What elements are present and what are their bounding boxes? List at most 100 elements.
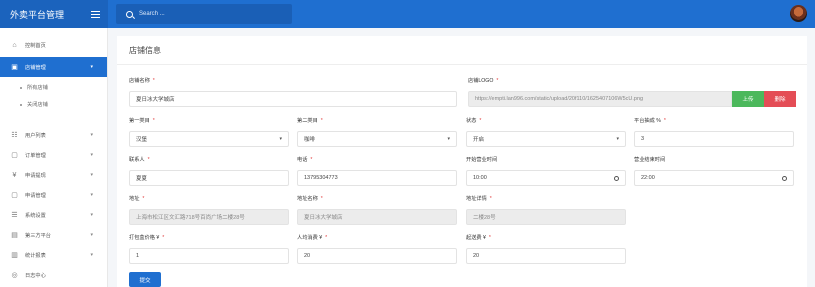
sidebar-subitem-label: 所有店铺 bbox=[27, 85, 48, 91]
chart-icon: ▥ bbox=[11, 251, 18, 259]
avatar[interactable] bbox=[790, 5, 807, 22]
sidebar-item-label: 第三方平台 bbox=[25, 232, 51, 239]
divider bbox=[117, 64, 807, 65]
sidebar-item-reports[interactable]: ▥ 统计报表 ▾ bbox=[0, 245, 107, 265]
shop-name-field: 店铺名称 * 夏日冰大学城店 bbox=[129, 77, 457, 107]
apply-icon: ▢ bbox=[11, 191, 18, 199]
contact-input[interactable]: 夏夏 bbox=[129, 170, 289, 186]
sidebar-item-label: 申请管理 bbox=[25, 192, 46, 199]
shop-logo-url-input: https://empti.lan996.com/static/upload/2… bbox=[468, 91, 732, 107]
contact-field: 联系人 * 夏夏 bbox=[129, 156, 289, 186]
clock-icon bbox=[614, 175, 619, 181]
shop-logo-field: 店铺LOGO * https://empti.lan996.com/static/… bbox=[468, 77, 796, 107]
chevron-down-icon: ▾ bbox=[90, 172, 93, 178]
sidebar-item-label: 日志中心 bbox=[25, 272, 46, 279]
sidebar-item-label: 订单管理 bbox=[25, 152, 46, 159]
field-label: 人均消费 ¥ bbox=[297, 235, 323, 241]
phone-input[interactable]: 13795304773 bbox=[297, 170, 457, 186]
search-input[interactable]: Search ... bbox=[116, 4, 292, 24]
status-field: 状态 * 开启 ▾ bbox=[466, 117, 626, 147]
upload-button[interactable]: 上传 bbox=[732, 91, 764, 107]
open-time-input[interactable]: 10:00 bbox=[466, 170, 626, 186]
field-label: 地址 bbox=[129, 196, 140, 202]
submit-button[interactable]: 提交 bbox=[129, 272, 161, 287]
field-label: 第一类目 bbox=[129, 118, 150, 124]
field-label: 平台抽成 % bbox=[634, 118, 661, 124]
app-title: 外卖平台管理 bbox=[10, 9, 65, 20]
shop-name-input[interactable]: 夏日冰大学城店 bbox=[129, 91, 457, 107]
chevron-down-icon: ▾ bbox=[90, 152, 93, 158]
min-delivery-field: 起送费 ¥ * 20 bbox=[466, 234, 626, 264]
address-detail-input: 二楼28号 bbox=[466, 209, 626, 225]
chevron-down-icon: ▾ bbox=[90, 212, 93, 218]
status-select[interactable]: 开启 ▾ bbox=[466, 131, 626, 147]
field-label: 状态 bbox=[466, 118, 477, 124]
sidebar-item-label: 系统设置 bbox=[25, 212, 46, 219]
category1-field: 第一类目 * 汉堡 ▾ bbox=[129, 117, 289, 147]
avg-spend-input[interactable]: 20 bbox=[297, 248, 457, 264]
search-icon bbox=[126, 10, 133, 18]
field-label: 地址详情 bbox=[466, 196, 487, 202]
avg-spend-field: 人均消费 ¥ * 20 bbox=[297, 234, 457, 264]
field-label: 营业结束时间 bbox=[634, 157, 666, 163]
chevron-down-icon: ▾ bbox=[90, 232, 93, 238]
category2-field: 第二类目 * 咖啡 ▾ bbox=[297, 117, 457, 147]
chevron-down-icon: ▾ bbox=[90, 64, 93, 70]
sidebar-item-settings[interactable]: ☰ 系统设置 ▾ bbox=[0, 205, 107, 225]
field-label: 电话 bbox=[297, 157, 308, 163]
packing-fee-field: 打包盒价格 ¥ * 1 bbox=[129, 234, 289, 264]
sidebar-item-label: 申请提现 bbox=[25, 172, 46, 179]
sidebar: ⌂ 控制首页 ▣ 店铺管理 ▾ 所有店铺 关闭店铺 ☷ 用户列表 ▾ ▢ 订单管… bbox=[0, 28, 108, 287]
sidebar-item-users[interactable]: ☷ 用户列表 ▾ bbox=[0, 125, 107, 145]
address-name-field: 地址名称 * 夏日冰大学城店 bbox=[297, 195, 457, 225]
close-time-input[interactable]: 22:00 bbox=[634, 170, 794, 186]
chevron-down-icon: ▾ bbox=[279, 136, 282, 142]
packing-fee-input[interactable]: 1 bbox=[129, 248, 289, 264]
close-time-field: 营业结束时间 22:00 bbox=[634, 156, 794, 186]
chevron-down-icon: ▾ bbox=[90, 192, 93, 198]
shop-info-card: 店铺信息 店铺名称 * 夏日冰大学城店 店铺LOGO * https://empti… bbox=[117, 36, 807, 287]
field-label: 店铺LOGO bbox=[468, 78, 494, 84]
commission-input[interactable]: 3 bbox=[634, 131, 794, 147]
field-label: 联系人 bbox=[129, 157, 145, 163]
order-icon: ▢ bbox=[11, 151, 18, 159]
sidebar-item-third-party[interactable]: ▤ 第三方平台 ▾ bbox=[0, 225, 107, 245]
open-time-field: 开始营业时间 10:00 bbox=[466, 156, 626, 186]
sidebar-item-applications[interactable]: ▢ 申请管理 ▾ bbox=[0, 185, 107, 205]
sidebar-item-logs[interactable]: ◎ 日志中心 bbox=[0, 265, 107, 285]
sidebar-item-label: 统计报表 bbox=[25, 252, 46, 259]
sidebar-item-withdraw[interactable]: ¥ 申请提现 ▾ bbox=[0, 165, 107, 185]
bullet-icon bbox=[20, 86, 22, 89]
address-detail-field: 地址详情 * 二楼28号 bbox=[466, 195, 626, 225]
search-placeholder: Search ... bbox=[139, 11, 165, 17]
field-label: 地址名称 bbox=[297, 196, 318, 202]
menu-toggle-icon[interactable] bbox=[91, 10, 100, 18]
sidebar-subitem-all-shops[interactable]: 所有店铺 bbox=[0, 79, 107, 96]
delete-button[interactable]: 删除 bbox=[764, 91, 796, 107]
sidebar-subitem-closed-shops[interactable]: 关闭店铺 bbox=[0, 96, 107, 113]
sidebar-item-shop[interactable]: ▣ 店铺管理 ▾ bbox=[0, 57, 107, 77]
address-name-input: 夏日冰大学城店 bbox=[297, 209, 457, 225]
category2-select[interactable]: 咖啡 ▾ bbox=[297, 131, 457, 147]
sidebar-item-orders[interactable]: ▢ 订单管理 ▾ bbox=[0, 145, 107, 165]
chevron-down-icon: ▾ bbox=[447, 136, 450, 142]
yen-icon: ¥ bbox=[12, 171, 17, 179]
platform-icon: ▤ bbox=[11, 231, 18, 239]
brand: 外卖平台管理 bbox=[0, 0, 108, 28]
settings-icon: ☰ bbox=[11, 211, 18, 219]
field-label: 第二类目 bbox=[297, 118, 318, 124]
field-label: 打包盒价格 ¥ bbox=[129, 235, 160, 241]
store-icon: ▣ bbox=[11, 63, 18, 71]
top-bar: 外卖平台管理 Search ... bbox=[0, 0, 815, 28]
sidebar-item-dashboard[interactable]: ⌂ 控制首页 bbox=[0, 35, 107, 55]
min-delivery-input[interactable]: 20 bbox=[466, 248, 626, 264]
category1-select[interactable]: 汉堡 ▾ bbox=[129, 131, 289, 147]
home-icon: ⌂ bbox=[12, 41, 17, 49]
sidebar-item-label: 控制首页 bbox=[25, 42, 46, 49]
address-field: 地址 * 上海市松江区文汇路718号百尚广场二楼28号 bbox=[129, 195, 289, 225]
address-input: 上海市松江区文汇路718号百尚广场二楼28号 bbox=[129, 209, 289, 225]
sidebar-item-label: 店铺管理 bbox=[25, 64, 46, 71]
field-label: 开始营业时间 bbox=[466, 157, 498, 163]
commission-field: 平台抽成 % * 3 bbox=[634, 117, 794, 147]
sidebar-item-label: 用户列表 bbox=[25, 132, 46, 139]
